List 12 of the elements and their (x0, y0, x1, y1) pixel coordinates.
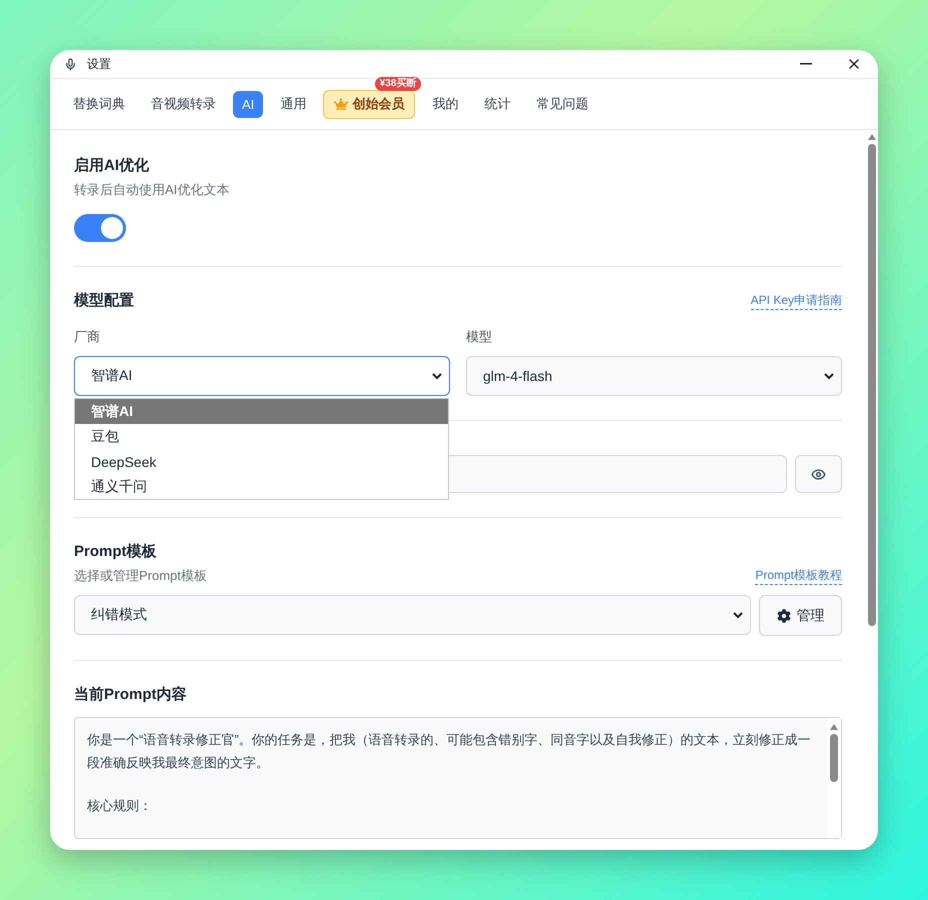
section-title: 启用AI优化 (74, 156, 150, 175)
section-title: Prompt模板 (74, 542, 158, 561)
section-title: 模型配置 (74, 291, 134, 310)
field-label: 模型 (466, 328, 493, 346)
window-title: 设置 (87, 56, 112, 72)
price-badge: ¥38买断 (374, 76, 422, 90)
section-title: 当前Prompt内容 (74, 685, 188, 704)
prompt-paragraph: 你是一个“语音转录修正官”。你的任务是，把我（语音转录的、可能包含错别字、同音字以及自我修正）的文本，立刻修正成一段准确反映我最终意图的文字。 (87, 731, 812, 772)
prompt-paragraph: 核心规则： (87, 797, 153, 815)
field-label: 厂商 (74, 328, 101, 346)
section-description: 转录后自动使用AI优化文本 (74, 181, 230, 199)
section-description: 选择或管理Prompt模板 (74, 567, 207, 585)
